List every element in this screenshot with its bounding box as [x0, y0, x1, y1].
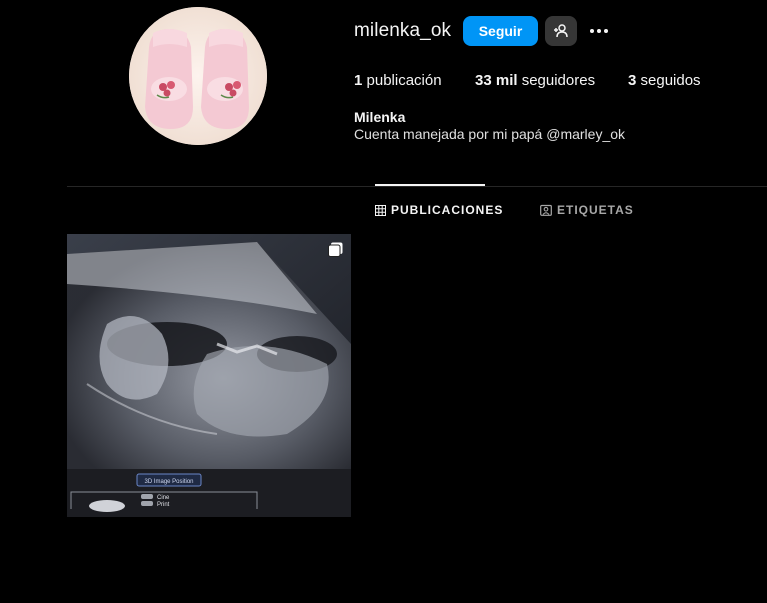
profile-full-name: Milenka: [354, 109, 406, 125]
post-thumbnail[interactable]: 3D Image Position Cine Print: [67, 234, 351, 517]
suggested-users-button[interactable]: [545, 16, 577, 46]
profile-username: milenka_ok: [354, 20, 452, 41]
ultrasound-image: 3D Image Position Cine Print: [67, 234, 351, 517]
profile-avatar[interactable]: [129, 7, 267, 145]
active-tab-indicator: [375, 184, 485, 186]
tab-tagged[interactable]: ETIQUETAS: [540, 203, 634, 217]
post-menu-item: Cine: [157, 495, 170, 501]
posts-label: publicación: [362, 72, 442, 89]
multiple-posts-icon: [328, 242, 343, 257]
following-label: seguidos: [636, 72, 701, 89]
more-dot-icon: [604, 29, 608, 33]
add-user-icon: [554, 24, 568, 38]
posts-stat: 1 publicación: [354, 72, 442, 89]
baby-booties-avatar: [129, 7, 267, 145]
tab-posts[interactable]: PUBLICACIONES: [375, 203, 503, 217]
more-options-button[interactable]: [586, 20, 612, 42]
tab-posts-label: PUBLICACIONES: [391, 203, 504, 217]
followers-count: 33 mil: [475, 72, 518, 89]
tab-tagged-label: ETIQUETAS: [557, 203, 634, 217]
following-stat[interactable]: 3 seguidos: [628, 72, 701, 89]
follow-button[interactable]: Seguir: [463, 16, 538, 46]
post-menu-item: Print: [157, 502, 170, 508]
tagged-icon: [540, 204, 552, 216]
followers-label: seguidores: [517, 72, 596, 89]
profile-bio: Cuenta manejada por mi papá @marley_ok: [354, 126, 626, 142]
tabs-divider: [67, 186, 767, 187]
grid-icon: [375, 204, 386, 216]
followers-stat[interactable]: 33 mil seguidores: [475, 72, 595, 89]
post-overlay-label: 3D Image Position: [144, 479, 193, 485]
more-dot-icon: [597, 29, 601, 33]
more-dot-icon: [590, 29, 594, 33]
